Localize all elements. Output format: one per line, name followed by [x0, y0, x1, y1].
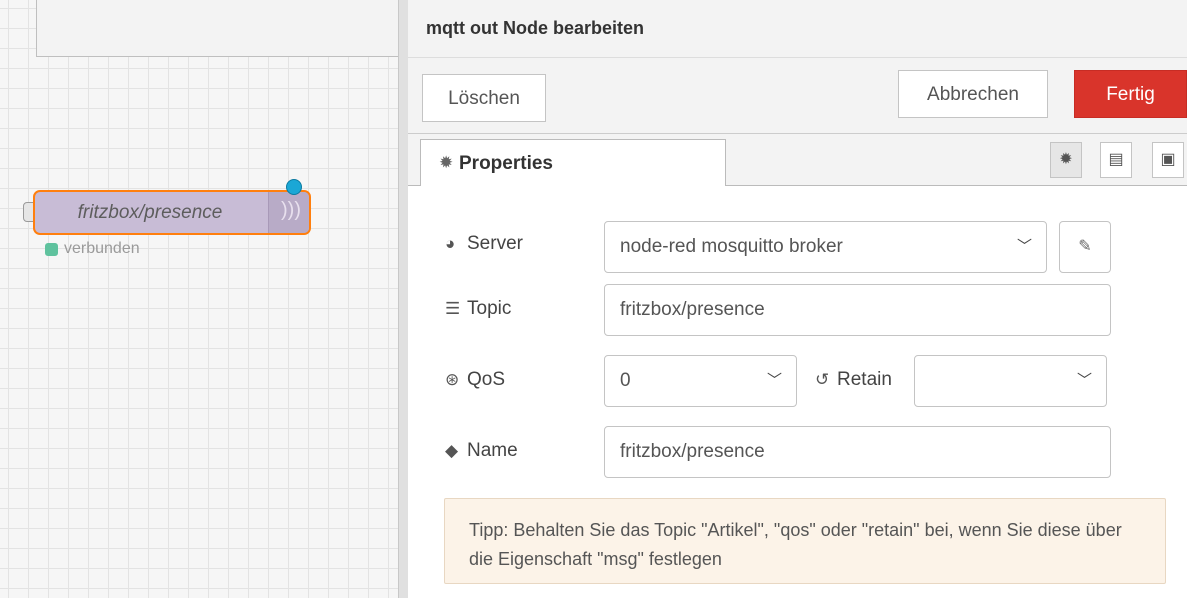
node-status-text: verbunden: [64, 240, 140, 257]
server-select[interactable]: node-red mosquitto broker ﹀: [604, 221, 1047, 273]
edit-tray: mqtt out Node bearbeiten Löschen Abbrech…: [408, 0, 1187, 598]
pencil-icon: ✎: [1078, 238, 1092, 255]
name-input-value: fritzbox/presence: [620, 441, 765, 462]
workspace-top-box: [36, 0, 399, 57]
tasks-icon: ☰: [445, 299, 461, 318]
chevron-down-icon: ﹀: [1076, 372, 1092, 389]
chevron-down-icon: ﹀: [1016, 238, 1032, 255]
tab-properties-label: Properties: [459, 153, 553, 174]
asterisk-icon: ⊛: [445, 370, 460, 389]
tray-resize-handle[interactable]: [398, 0, 408, 598]
broadcast-icon: ))): [281, 199, 301, 221]
cancel-button[interactable]: Abbrechen: [898, 70, 1048, 118]
topic-input-value: fritzbox/presence: [620, 299, 765, 320]
qos-select-value: 0: [620, 370, 631, 391]
edit-server-button[interactable]: ✎: [1059, 221, 1111, 273]
retain-label: ↺ Retain: [815, 369, 892, 390]
history-icon: ↺: [815, 370, 830, 389]
tab-properties[interactable]: ✹ Properties: [420, 139, 726, 187]
name-label: ◆ Name: [445, 440, 518, 461]
node-icon-box: ))): [268, 192, 309, 233]
tray-header: mqtt out Node bearbeiten: [408, 0, 1187, 58]
name-input[interactable]: fritzbox/presence: [604, 426, 1111, 478]
chevron-down-icon: ﹀: [766, 372, 782, 389]
document-icon: ▤: [1108, 151, 1124, 168]
tray-title: mqtt out Node bearbeiten: [426, 18, 645, 38]
appearance-tab-button[interactable]: ▣: [1152, 142, 1184, 178]
retain-select[interactable]: ﹀: [914, 355, 1107, 407]
status-indicator: [45, 243, 58, 256]
qos-select[interactable]: 0 ﹀: [604, 355, 797, 407]
tray-tabs: ✹ Properties ✹ ▤ ▣: [408, 134, 1187, 187]
settings-tab-button[interactable]: ✹: [1050, 142, 1082, 178]
frame-icon: ▣: [1160, 151, 1176, 168]
done-button[interactable]: Fertig: [1074, 70, 1187, 118]
description-tab-button[interactable]: ▤: [1100, 142, 1132, 178]
topic-input[interactable]: fritzbox/presence: [604, 284, 1111, 336]
server-label: ◕ Server: [445, 233, 523, 254]
tray-toolbar: Löschen Abbrechen Fertig: [408, 58, 1187, 134]
properties-form: ◕ Server node-red mosquitto broker ﹀ ✎ ☰ T…: [408, 186, 1187, 598]
topic-label: ☰ Topic: [445, 298, 512, 319]
gear-icon: ✹: [439, 153, 454, 172]
tip-box: Tipp: Behalten Sie das Topic "Artikel", …: [444, 498, 1166, 584]
flow-workspace[interactable]: fritzbox/presence ))) verbunden: [0, 0, 399, 598]
qos-label: ⊛ QoS: [445, 369, 506, 390]
node-label: fritzbox/presence: [77, 202, 223, 223]
node-changed-indicator: [286, 179, 302, 195]
tag-icon: ◆: [445, 441, 459, 460]
mqtt-out-node[interactable]: fritzbox/presence ))): [33, 190, 311, 235]
gear-icon: ✹: [1059, 151, 1073, 168]
globe-icon: ◕: [445, 234, 456, 253]
server-select-value: node-red mosquitto broker: [620, 236, 843, 257]
delete-button[interactable]: Löschen: [422, 74, 546, 122]
